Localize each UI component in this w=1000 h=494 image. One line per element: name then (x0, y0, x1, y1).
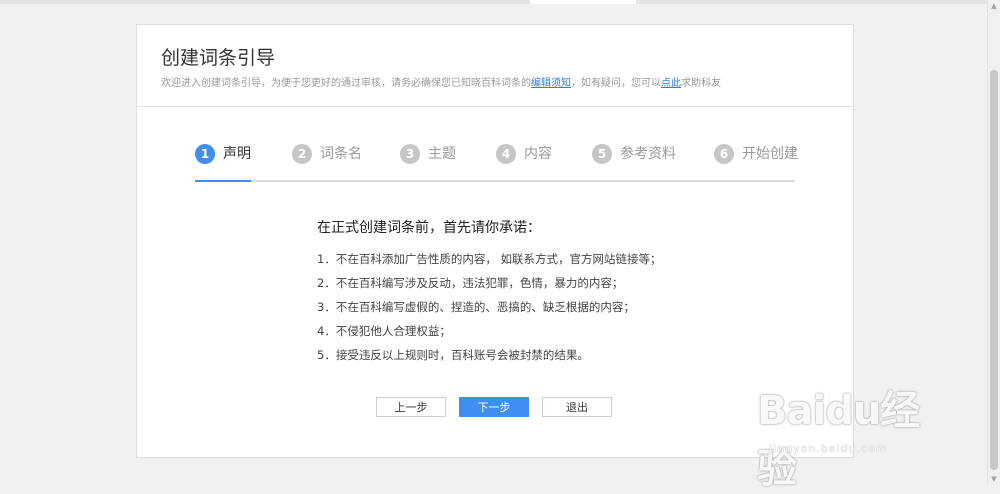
step-topic[interactable]: 3 主题 (400, 144, 456, 180)
baidu-jingyan-watermark: Baidu经验 jingyan.baidu.com (757, 378, 957, 492)
step-declaration[interactable]: 1 声明 (195, 144, 251, 182)
step-number: 1 (195, 144, 215, 164)
declaration-item: 2．不在百科编写涉及反动，违法犯罪，色情，暴力的内容； (317, 276, 624, 290)
step-start-create[interactable]: 6 开始创建 (714, 144, 798, 180)
declaration-item: 3．不在百科编写虚假的、捏造的、恶搞的、缺乏根据的内容； (317, 300, 635, 314)
next-step-button[interactable]: 下一步 (459, 397, 529, 417)
step-entry-name[interactable]: 2 词条名 (292, 144, 362, 180)
exit-button[interactable]: 退出 (542, 397, 612, 417)
watermark-url: jingyan.baidu.com (769, 442, 888, 455)
step-number: 4 (496, 144, 516, 164)
help-link[interactable]: 点此 (661, 78, 681, 89)
scrollbar-thumb[interactable] (990, 70, 998, 470)
dialog-title: 创建词条引导 (161, 47, 276, 69)
step-label: 主题 (428, 146, 456, 162)
scroll-down-icon[interactable]: ▼ (990, 475, 998, 483)
declaration-item: 4．不侵犯他人合理权益； (317, 324, 451, 338)
prev-step-button[interactable]: 上一步 (376, 397, 446, 417)
vertical-scrollbar[interactable]: ▲ ▼ (987, 0, 1000, 485)
edit-guidelines-link[interactable]: 编辑须知 (531, 78, 571, 89)
step-references[interactable]: 5 参考资料 (592, 144, 676, 180)
subtitle-text-3: 求助科友 (681, 78, 721, 89)
step-number: 6 (714, 144, 734, 164)
watermark-logo: Baidu经验 (757, 388, 920, 492)
scroll-up-icon[interactable]: ▲ (990, 2, 998, 10)
declaration-content: 在正式创建词条前，首先请你承诺： 1．不在百科添加广告性质的内容， 如联系方式，… (317, 217, 737, 367)
step-navigation: 1 声明 2 词条名 3 主题 4 内容 5 参考资料 6 开始创建 (195, 144, 798, 182)
browser-tab-strip (0, 0, 988, 4)
subtitle-text-2: ，如有疑问，您可以 (571, 78, 661, 89)
subtitle-text-1: 欢迎进入创建词条引导，为便于您更好的通过审核，请务必确保您已知晓百科词条的 (161, 78, 531, 89)
dialog-header: 创建词条引导 欢迎进入创建词条引导，为便于您更好的通过审核，请务必确保您已知晓百… (137, 25, 853, 107)
step-label: 声明 (223, 146, 251, 162)
active-tab[interactable] (530, 0, 636, 4)
step-label: 参考资料 (620, 146, 676, 162)
step-number: 3 (400, 144, 420, 164)
step-number: 2 (292, 144, 312, 164)
declaration-heading: 在正式创建词条前，首先请你承诺： (317, 220, 541, 236)
create-entry-dialog: 创建词条引导 欢迎进入创建词条引导，为便于您更好的通过审核，请务必确保您已知晓百… (136, 24, 854, 458)
dialog-subtitle: 欢迎进入创建词条引导，为便于您更好的通过审核，请务必确保您已知晓百科词条的编辑须… (161, 74, 721, 89)
step-content[interactable]: 4 内容 (496, 144, 552, 180)
step-number: 5 (592, 144, 612, 164)
declaration-item: 1．不在百科添加广告性质的内容， 如联系方式，官方网站链接等； (317, 252, 662, 266)
step-label: 内容 (524, 146, 552, 162)
step-label: 词条名 (320, 146, 362, 162)
step-label: 开始创建 (742, 146, 798, 162)
declaration-item: 5．接受违反以上规则时，百科账号会被封禁的结果。 (317, 348, 589, 362)
